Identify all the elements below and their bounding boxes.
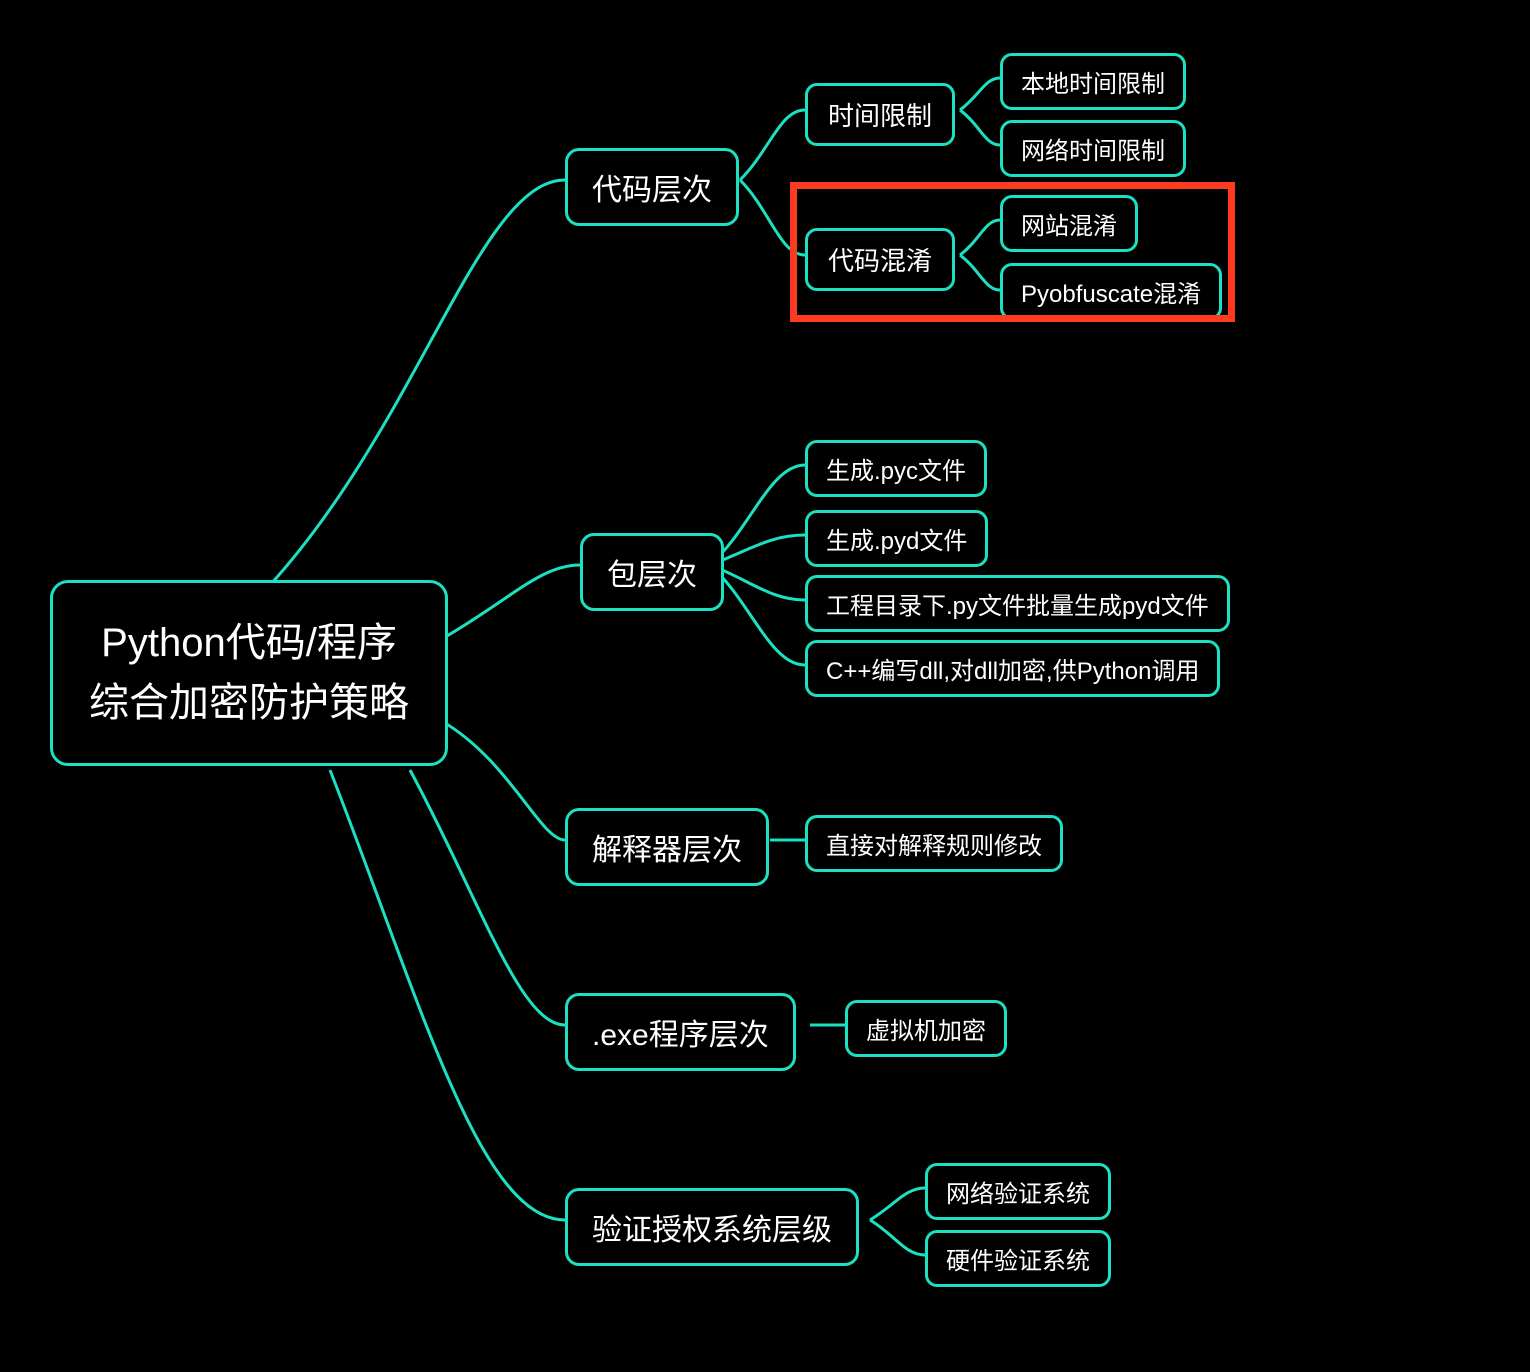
node-label: 网络验证系统 <box>946 1174 1090 1209</box>
leaf-local-time[interactable]: 本地时间限制 <box>1000 53 1186 110</box>
node-label: 时间限制 <box>828 96 932 133</box>
node-label: 生成.pyd文件 <box>826 521 967 556</box>
node-label: 生成.pyc文件 <box>826 451 966 486</box>
branch-exe-level[interactable]: .exe程序层次 <box>565 993 796 1071</box>
root-node[interactable]: Python代码/程序 综合加密防护策略 <box>50 580 448 766</box>
leaf-cpp-dll[interactable]: C++编写dll,对dll加密,供Python调用 <box>805 640 1220 697</box>
leaf-website-obfuscation[interactable]: 网站混淆 <box>1000 195 1138 252</box>
leaf-pyobfuscate[interactable]: Pyobfuscate混淆 <box>1000 263 1222 320</box>
leaf-network-time[interactable]: 网络时间限制 <box>1000 120 1186 177</box>
branch-auth-level[interactable]: 验证授权系统层级 <box>565 1188 859 1266</box>
node-code-obfuscation[interactable]: 代码混淆 <box>805 228 955 291</box>
leaf-batch-pyd[interactable]: 工程目录下.py文件批量生成pyd文件 <box>805 575 1230 632</box>
branch-code-level[interactable]: 代码层次 <box>565 148 739 226</box>
branch-label: .exe程序层次 <box>592 1010 769 1054</box>
leaf-vm-encrypt[interactable]: 虚拟机加密 <box>845 1000 1007 1057</box>
node-label: 网络时间限制 <box>1021 131 1165 166</box>
branch-label: 包层次 <box>607 550 697 594</box>
leaf-pyd[interactable]: 生成.pyd文件 <box>805 510 988 567</box>
node-label: C++编写dll,对dll加密,供Python调用 <box>826 651 1199 686</box>
leaf-interpreter-rule[interactable]: 直接对解释规则修改 <box>805 815 1063 872</box>
node-label: 虚拟机加密 <box>866 1011 986 1046</box>
node-label: 硬件验证系统 <box>946 1241 1090 1276</box>
node-label: 直接对解释规则修改 <box>826 826 1042 861</box>
leaf-hardware-auth[interactable]: 硬件验证系统 <box>925 1230 1111 1287</box>
branch-label: 代码层次 <box>592 165 712 209</box>
branch-label: 验证授权系统层级 <box>592 1205 832 1249</box>
node-label: 代码混淆 <box>828 241 932 278</box>
root-line2: 综合加密防护策略 <box>89 673 409 733</box>
leaf-network-auth[interactable]: 网络验证系统 <box>925 1163 1111 1220</box>
node-label: 工程目录下.py文件批量生成pyd文件 <box>826 586 1209 621</box>
branch-label: 解释器层次 <box>592 825 742 869</box>
branch-interpreter-level[interactable]: 解释器层次 <box>565 808 769 886</box>
branch-package-level[interactable]: 包层次 <box>580 533 724 611</box>
node-label: 本地时间限制 <box>1021 64 1165 99</box>
leaf-pyc[interactable]: 生成.pyc文件 <box>805 440 987 497</box>
root-line1: Python代码/程序 <box>89 613 409 673</box>
node-label: 网站混淆 <box>1021 206 1117 241</box>
node-label: Pyobfuscate混淆 <box>1021 274 1201 309</box>
node-time-limit[interactable]: 时间限制 <box>805 83 955 146</box>
